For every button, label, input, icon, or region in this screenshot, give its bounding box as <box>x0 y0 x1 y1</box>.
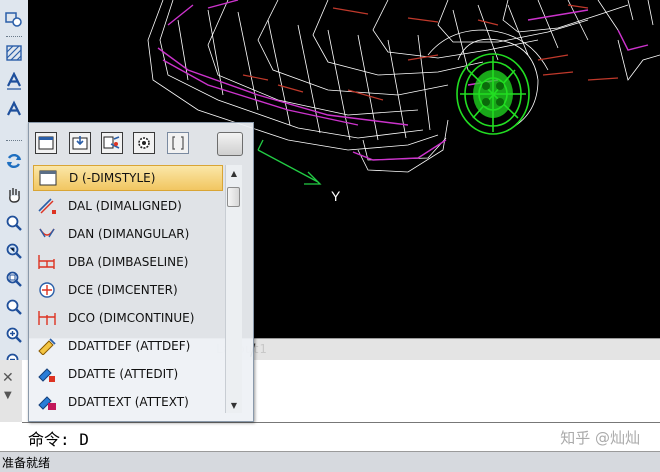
dimstyle-icon <box>37 167 59 189</box>
list-item-label: D (-DIMSTYLE) <box>69 171 156 185</box>
bracket-icon[interactable] <box>167 132 189 154</box>
command-prompt: 命令: D <box>28 430 89 449</box>
list-item-label: DDATTEXT (ATTEXT) <box>68 395 189 409</box>
list-item[interactable]: DCO (DIMCONTINUE) <box>33 305 223 331</box>
popup-toolbar <box>29 123 253 163</box>
list-item[interactable]: DDATTE (ATTEDIT) <box>33 361 223 387</box>
chevron-down-icon[interactable]: ▼ <box>226 397 242 413</box>
chevron-down-icon[interactable]: ▼ <box>4 390 12 401</box>
scrollbar-thumb[interactable] <box>227 187 240 207</box>
zoom-extents-icon[interactable] <box>3 296 25 318</box>
zoom-window-icon[interactable] <box>3 240 25 262</box>
dim-baseline-icon <box>36 251 58 273</box>
ucs-axis-label: Y <box>331 188 341 204</box>
dimension-tool-icon[interactable] <box>101 132 123 154</box>
command-window-handle: ✕ ▼ <box>0 360 23 422</box>
insert-icon[interactable] <box>69 132 91 154</box>
layer-icon[interactable] <box>3 8 25 30</box>
window-icon[interactable] <box>35 132 57 154</box>
list-item[interactable]: DAL (DIMALIGNED) <box>33 193 223 219</box>
regen-icon[interactable] <box>3 150 25 172</box>
command-suggestion-list: D (-DIMSTYLE) DAL (DIMALIGNED) DAN (DIMA… <box>33 165 223 417</box>
left-toolbar <box>0 0 29 372</box>
blank-button[interactable] <box>217 132 243 156</box>
list-item-label: DAN (DIMANGULAR) <box>68 227 190 241</box>
dim-aligned-icon <box>36 195 58 217</box>
list-item-label: DCO (DIMCONTINUE) <box>68 311 195 325</box>
list-item[interactable]: D (-DIMSTYLE) <box>33 165 223 191</box>
list-item[interactable]: DDATTEXT (ATTEXT) <box>33 389 223 415</box>
list-item-label: DDATTE (ATTEDIT) <box>68 367 179 381</box>
chevron-up-icon[interactable]: ▲ <box>226 165 242 181</box>
attdef-icon <box>36 335 58 357</box>
attext-icon <box>36 391 58 413</box>
text-icon[interactable] <box>3 70 25 92</box>
settings-gear-icon[interactable] <box>133 132 155 154</box>
dim-angular-icon <box>36 223 58 245</box>
list-item-label: DAL (DIMALIGNED) <box>68 199 182 213</box>
pan-hand-icon[interactable] <box>3 184 25 206</box>
command-line[interactable]: 命令: D 知乎 @灿灿 <box>22 422 660 452</box>
list-item[interactable]: DAN (DIMANGULAR) <box>33 221 223 247</box>
dim-continue-icon <box>36 307 58 329</box>
popup-scrollbar[interactable]: ▲ ▼ <box>225 165 242 413</box>
watermark: 知乎 @灿灿 <box>560 429 640 447</box>
status-bar: 准备就绪 <box>0 451 660 472</box>
attedit-icon <box>36 363 58 385</box>
list-item[interactable]: DDATTDEF (ATTDEF) <box>33 333 223 359</box>
dim-center-icon <box>36 279 58 301</box>
close-icon[interactable]: ✕ <box>2 370 14 386</box>
mtext-icon[interactable] <box>3 98 25 120</box>
list-item[interactable]: DCE (DIMCENTER) <box>33 277 223 303</box>
list-item[interactable]: DBA (DIMBASELINE) <box>33 249 223 275</box>
status-text: 准备就绪 <box>2 456 51 470</box>
zoom-previous-icon[interactable] <box>3 268 25 290</box>
list-item-label: DCE (DIMCENTER) <box>68 283 178 297</box>
zoom-realtime-icon[interactable] <box>3 212 25 234</box>
hatch-icon[interactable] <box>3 42 25 64</box>
list-item-label: DBA (DIMBASELINE) <box>68 255 189 269</box>
command-suggestion-popup: D (-DIMSTYLE) DAL (DIMALIGNED) DAN (DIMA… <box>28 122 254 422</box>
list-item-label: DDATTDEF (ATTDEF) <box>68 339 191 353</box>
zoom-in-icon[interactable] <box>3 324 25 346</box>
